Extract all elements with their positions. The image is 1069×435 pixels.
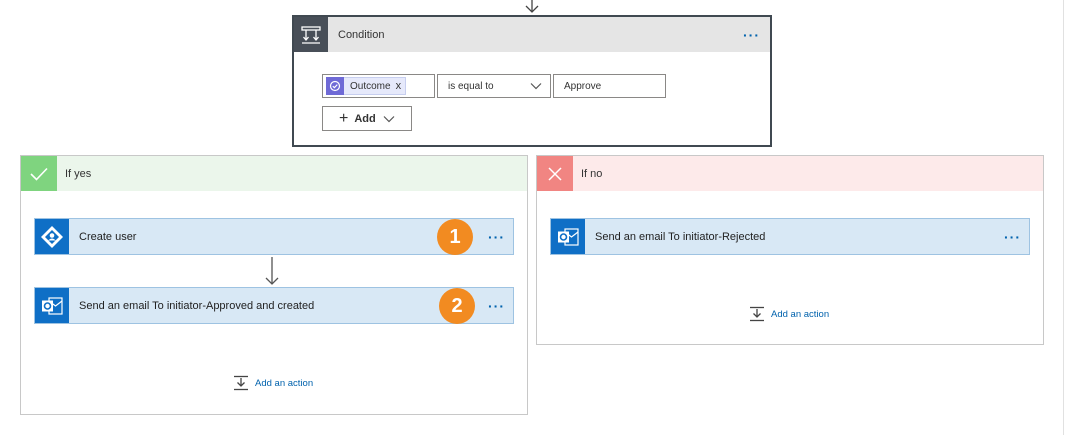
add-an-action-label: Add an action bbox=[771, 308, 830, 320]
add-action-icon bbox=[234, 375, 248, 391]
condition-value: Approve bbox=[564, 80, 602, 92]
condition-icon bbox=[294, 17, 328, 52]
action-more-button[interactable]: ··· bbox=[1004, 230, 1029, 244]
operator-select[interactable]: is equal to bbox=[437, 74, 551, 98]
action-label: Send an email To initiator-Approved and … bbox=[79, 299, 315, 312]
condition-row: Outcome x is equal to Approve bbox=[322, 74, 666, 98]
add-an-action-link[interactable]: Add an action bbox=[749, 306, 829, 322]
add-action-icon bbox=[750, 306, 764, 322]
branch-if-no: If no Send an email To initiator-Rejecte… bbox=[536, 155, 1044, 345]
action-send-email-rejected[interactable]: Send an email To initiator-Rejected ··· bbox=[550, 218, 1030, 255]
connector-arrow-icon bbox=[525, 0, 539, 13]
token-label: Outcome bbox=[350, 80, 391, 92]
azure-ad-icon bbox=[35, 219, 69, 254]
add-button-label: Add bbox=[354, 112, 376, 125]
condition-more-button[interactable]: ··· bbox=[743, 28, 770, 42]
condition-left-operand[interactable]: Outcome x bbox=[322, 74, 435, 98]
operator-value: is equal to bbox=[448, 80, 494, 92]
chevron-down-icon bbox=[530, 83, 542, 90]
branch-no-header: If no bbox=[537, 156, 1043, 191]
branch-if-yes: If yes Create user ··· Send an email To … bbox=[20, 155, 528, 415]
condition-header[interactable]: Condition ··· bbox=[294, 17, 770, 52]
outlook-icon bbox=[35, 288, 69, 323]
condition-value-field[interactable]: Approve bbox=[553, 74, 666, 98]
add-button[interactable]: + Add bbox=[322, 106, 412, 131]
outcome-token[interactable]: Outcome x bbox=[326, 76, 407, 95]
step-number-badge: 1 bbox=[437, 219, 473, 255]
condition-title: Condition bbox=[338, 28, 385, 41]
x-icon bbox=[537, 156, 573, 191]
action-label: Send an email To initiator-Rejected bbox=[595, 230, 766, 243]
check-icon bbox=[21, 156, 57, 191]
condition-card[interactable]: Condition ··· Outcome x is equal to Appr… bbox=[292, 15, 772, 147]
approval-icon bbox=[326, 76, 344, 95]
branch-yes-header: If yes bbox=[21, 156, 527, 191]
action-more-button[interactable]: ··· bbox=[488, 299, 513, 313]
chevron-down-icon bbox=[383, 115, 395, 122]
outlook-icon bbox=[551, 219, 585, 254]
connector-arrow-icon bbox=[265, 257, 279, 285]
action-label: Create user bbox=[79, 230, 137, 243]
canvas-right-border bbox=[1063, 0, 1064, 435]
branch-yes-title: If yes bbox=[65, 167, 92, 180]
step-number-badge: 2 bbox=[439, 288, 475, 324]
add-an-action-link[interactable]: Add an action bbox=[233, 375, 313, 391]
token-remove-button[interactable]: x bbox=[396, 80, 402, 92]
branch-no-title: If no bbox=[581, 167, 603, 180]
action-more-button[interactable]: ··· bbox=[488, 230, 513, 244]
plus-icon: + bbox=[339, 109, 349, 127]
add-an-action-label: Add an action bbox=[255, 377, 314, 389]
